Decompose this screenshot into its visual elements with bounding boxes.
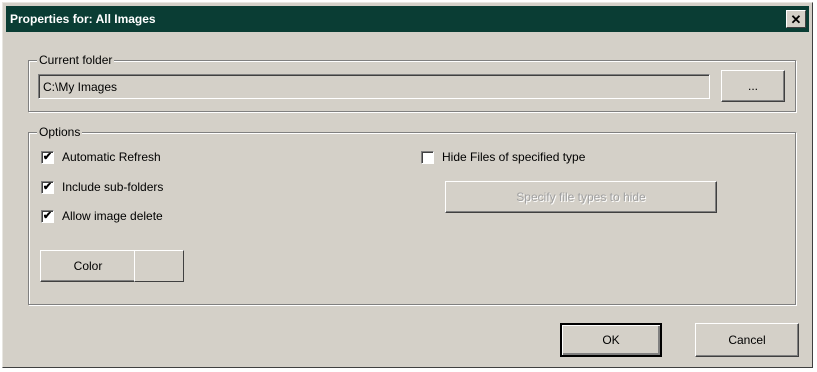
hide-files-label: Hide Files of specified type bbox=[442, 150, 586, 164]
title-bar: Properties for: All Images ✕ bbox=[6, 6, 809, 32]
allow-image-delete-label: Allow image delete bbox=[62, 209, 163, 223]
ok-label: OK bbox=[602, 333, 620, 347]
close-button[interactable]: ✕ bbox=[786, 10, 806, 28]
folder-path-field[interactable]: C:\My Images bbox=[38, 74, 710, 99]
automatic-refresh-checkbox[interactable]: ✔ Automatic Refresh bbox=[41, 150, 161, 164]
color-swatch[interactable] bbox=[134, 250, 184, 282]
hide-files-checkbox[interactable]: Hide Files of specified type bbox=[421, 150, 585, 164]
color-button[interactable]: Color bbox=[40, 250, 136, 282]
cancel-button[interactable]: Cancel bbox=[695, 323, 799, 357]
cancel-label: Cancel bbox=[728, 333, 766, 347]
include-subfolders-label: Include sub-folders bbox=[62, 180, 164, 194]
dialog-title: Properties for: All Images bbox=[10, 12, 156, 26]
color-button-label: Color bbox=[73, 259, 103, 273]
close-icon: ✕ bbox=[790, 11, 802, 27]
include-subfolders-check-icon[interactable]: ✔ bbox=[41, 180, 54, 194]
options-label: Options bbox=[37, 125, 83, 139]
include-subfolders-checkbox[interactable]: ✔ Include sub-folders bbox=[41, 180, 163, 194]
hide-files-check-icon[interactable] bbox=[421, 150, 434, 164]
browse-label: ... bbox=[747, 79, 758, 93]
allow-image-delete-checkbox[interactable]: ✔ Allow image delete bbox=[41, 209, 163, 223]
specify-file-types-label: Specify file types to hide bbox=[516, 190, 646, 204]
ok-button[interactable]: OK bbox=[560, 323, 662, 357]
properties-dialog: Properties for: All Images ✕ Current fol… bbox=[2, 2, 813, 368]
browse-button[interactable]: ... bbox=[721, 70, 785, 102]
folder-path-text: C:\My Images bbox=[43, 79, 118, 94]
current-folder-label: Current folder bbox=[37, 53, 115, 67]
automatic-refresh-label: Automatic Refresh bbox=[62, 150, 161, 164]
allow-image-delete-check-icon[interactable]: ✔ bbox=[41, 209, 54, 223]
specify-file-types-button[interactable]: Specify file types to hide bbox=[445, 181, 717, 213]
automatic-refresh-check-icon[interactable]: ✔ bbox=[41, 150, 54, 164]
